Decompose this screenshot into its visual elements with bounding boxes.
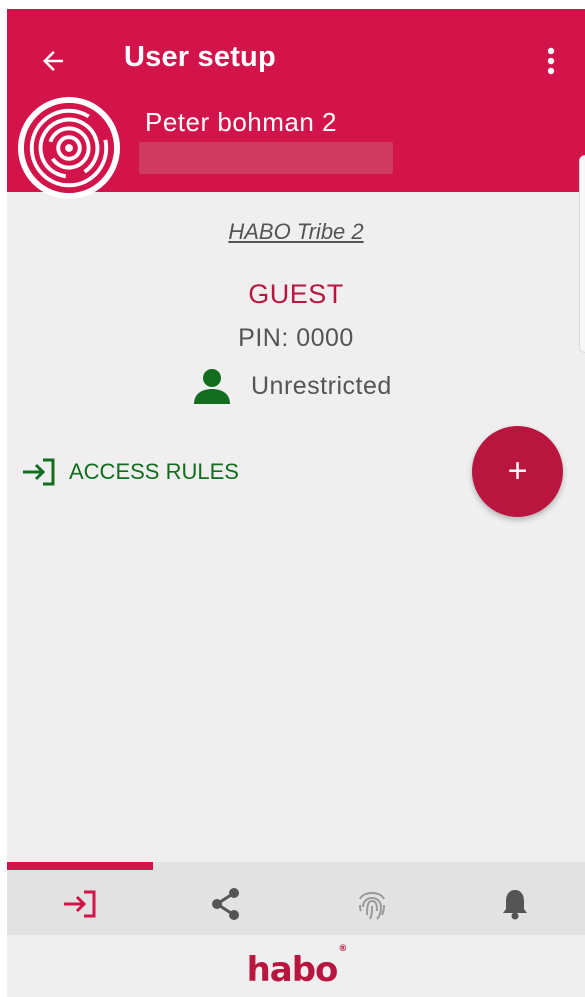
brand-registered-mark: ®: [338, 943, 347, 954]
page-title: User setup: [124, 41, 276, 73]
user-name: Peter bohman 2: [145, 107, 338, 137]
tab-share[interactable]: [196, 880, 256, 928]
add-access-rule-button[interactable]: +: [472, 426, 563, 517]
active-tab-indicator: [7, 862, 153, 870]
user-setup-screen: User setup Peter bohman 2 HABO Tribe 2 G…: [0, 0, 585, 997]
habo-logo-icon: [23, 102, 115, 194]
back-button[interactable]: [31, 39, 75, 83]
fingerprint-icon: [359, 892, 385, 920]
person-icon: [194, 369, 230, 404]
user-details: HABO Tribe 2 GUEST PIN: 0000 Unrestricte…: [7, 192, 585, 862]
bell-icon: [503, 890, 527, 920]
restriction-status: Unrestricted: [193, 368, 392, 404]
user-avatar: [18, 97, 120, 199]
access-rules-button[interactable]: ACCESS RULES: [21, 457, 239, 487]
screen-edge-top: [0, 0, 585, 9]
more-vertical-icon: [547, 47, 555, 75]
habo-brand-logo: habo®: [246, 944, 348, 990]
bottom-navigation: [7, 862, 585, 935]
restriction-label: Unrestricted: [251, 371, 392, 400]
login-arrow-icon: [64, 890, 96, 918]
access-rules-label: ACCESS RULES: [69, 459, 239, 484]
brand-text: habo: [246, 950, 339, 990]
share-icon: [212, 888, 239, 920]
user-role: GUEST: [248, 279, 344, 309]
screen-edge-left: [0, 0, 7, 997]
tab-fingerprint[interactable]: [342, 880, 402, 928]
tribe-link[interactable]: HABO Tribe 2: [7, 219, 585, 245]
plus-icon: +: [507, 452, 528, 490]
tab-notifications[interactable]: [485, 880, 545, 928]
login-arrow-icon: [23, 458, 55, 486]
overflow-menu-button[interactable]: [533, 39, 569, 83]
tab-access[interactable]: [50, 880, 110, 928]
user-pin: PIN: 0000: [238, 324, 354, 352]
footer: habo®: [7, 935, 585, 997]
redacted-user-detail: [139, 142, 393, 174]
arrow-left-icon: [43, 51, 63, 71]
